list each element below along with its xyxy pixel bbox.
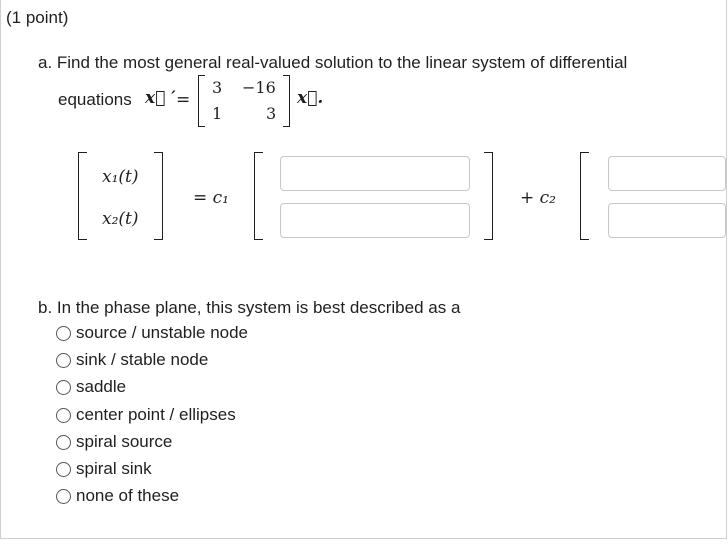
- option-none[interactable]: none of these: [56, 485, 179, 507]
- option-saddle[interactable]: saddle: [56, 376, 126, 398]
- equations-label: equations: [58, 90, 132, 109]
- radio-button[interactable]: [56, 352, 71, 368]
- radio-button[interactable]: [56, 379, 71, 395]
- vector2-bottom-input[interactable]: [608, 203, 726, 238]
- option-sink[interactable]: sink / stable node: [56, 349, 208, 371]
- radio-button[interactable]: [56, 461, 71, 477]
- points-label: (1 point): [6, 8, 69, 27]
- option-spiral-sink[interactable]: spiral sink: [56, 458, 152, 480]
- part-a-prompt: a. Find the most general real-valued sol…: [38, 53, 628, 72]
- x1-label: x₁(t): [102, 167, 139, 187]
- x-prime: x⃗ ′: [145, 88, 176, 108]
- option-label: saddle: [76, 377, 127, 396]
- radio-button[interactable]: [56, 488, 71, 504]
- c1-term: = c₁: [193, 188, 229, 208]
- x2-label: x₂(t): [102, 209, 139, 229]
- x-vector: x⃗.: [297, 88, 324, 108]
- matrix-a11: 3: [212, 78, 223, 97]
- option-label: spiral source: [76, 432, 173, 451]
- option-label: center point / ellipses: [76, 405, 236, 424]
- vector2-bracket-open: [580, 152, 589, 240]
- equals-sign: =: [176, 90, 191, 110]
- option-center[interactable]: center point / ellipses: [56, 404, 236, 426]
- option-spiral-source[interactable]: spiral source: [56, 431, 172, 453]
- left-bracket-open: [78, 152, 87, 240]
- vector2-top-input[interactable]: [608, 156, 726, 191]
- coefficient-matrix: 3 −16 1 3: [198, 75, 290, 127]
- matrix-a21: 1: [212, 104, 223, 123]
- radio-button[interactable]: [56, 434, 71, 450]
- option-label: none of these: [76, 486, 180, 505]
- option-label: spiral sink: [76, 459, 152, 478]
- option-label: source / unstable node: [76, 323, 249, 342]
- vector1-bracket-open: [254, 152, 263, 240]
- option-label: sink / stable node: [76, 350, 209, 369]
- left-bracket-close: [154, 152, 163, 240]
- matrix-a22: 3: [266, 104, 277, 123]
- matrix-a12: −16: [242, 78, 276, 97]
- c2-term: + c₂: [520, 188, 556, 208]
- part-b-prompt: b. In the phase plane, this system is be…: [38, 298, 461, 317]
- vector1-bracket-close: [484, 152, 493, 240]
- radio-button[interactable]: [56, 407, 71, 423]
- radio-button[interactable]: [56, 325, 71, 341]
- vector1-top-input[interactable]: [280, 156, 470, 191]
- vector1-bottom-input[interactable]: [280, 203, 470, 238]
- option-source[interactable]: source / unstable node: [56, 322, 248, 344]
